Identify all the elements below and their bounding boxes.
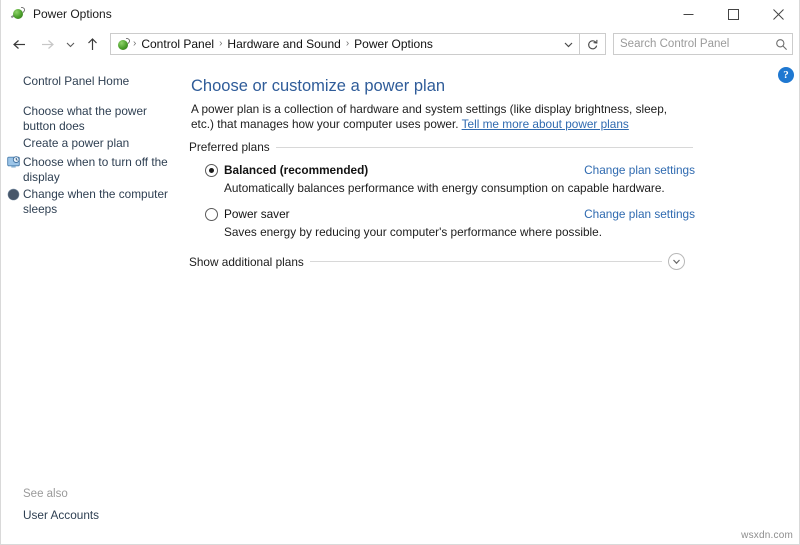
plan-name: Power saver bbox=[224, 207, 290, 221]
search-icon[interactable] bbox=[770, 34, 792, 54]
show-additional-plans-row[interactable]: Show additional plans bbox=[189, 253, 685, 270]
breadcrumb-item-hardware-and-sound[interactable]: Hardware and Sound bbox=[224, 34, 343, 54]
navigation-bar: › Control Panel › Hardware and Sound › P… bbox=[1, 28, 799, 60]
refresh-button[interactable] bbox=[580, 33, 606, 55]
content-area: Control Panel Home Choose what the power… bbox=[1, 60, 799, 544]
page-description: A power plan is a collection of hardware… bbox=[191, 102, 691, 132]
show-additional-plans-label: Show additional plans bbox=[189, 254, 304, 269]
back-button[interactable] bbox=[7, 32, 31, 56]
plan-description: Saves energy by reducing your computer's… bbox=[224, 225, 602, 239]
sidebar-item-label: Choose what the power button does bbox=[23, 104, 147, 133]
breadcrumb-item-control-panel[interactable]: Control Panel bbox=[138, 34, 217, 54]
recent-locations-chevron-icon bbox=[66, 42, 74, 47]
sidebar-item-computer-sleeps[interactable]: Change when the computer sleeps bbox=[7, 187, 171, 217]
minimize-button[interactable] bbox=[666, 0, 711, 28]
preferred-plans-label: Preferred plans bbox=[189, 140, 270, 154]
search-box[interactable] bbox=[613, 33, 793, 55]
refresh-icon bbox=[588, 39, 598, 49]
sidebar: Control Panel Home Choose what the power… bbox=[1, 60, 187, 544]
breadcrumb-separator: › bbox=[133, 38, 137, 49]
breadcrumb-separator: › bbox=[219, 38, 223, 49]
page-title: Choose or customize a power plan bbox=[191, 77, 446, 95]
address-dropdown-button[interactable] bbox=[557, 34, 579, 54]
up-arrow-icon bbox=[87, 37, 97, 50]
plan-description: Automatically balances performance with … bbox=[224, 181, 665, 195]
address-bar[interactable]: › Control Panel › Hardware and Sound › P… bbox=[110, 33, 580, 55]
title-bar-left: Power Options bbox=[1, 0, 666, 28]
plan-item-balanced[interactable]: Balanced (recommended) Change plan setti… bbox=[205, 163, 695, 196]
power-plug-icon bbox=[10, 6, 26, 22]
window-controls bbox=[666, 0, 799, 28]
group-divider bbox=[275, 146, 693, 148]
main-pane: Choose or customize a power plan A power… bbox=[187, 60, 799, 544]
up-button[interactable] bbox=[81, 32, 103, 56]
display-clock-icon bbox=[7, 156, 20, 169]
sidebar-item-control-panel-home[interactable]: Control Panel Home bbox=[23, 74, 173, 89]
sidebar-item-create-power-plan[interactable]: Create a power plan bbox=[23, 136, 173, 151]
plan-header-row: Power saver Change plan settings bbox=[205, 207, 695, 222]
sidebar-item-label: Control Panel Home bbox=[23, 74, 130, 88]
sleep-moon-icon bbox=[7, 188, 20, 201]
plan-header-row: Balanced (recommended) Change plan setti… bbox=[205, 163, 695, 178]
back-arrow-icon bbox=[12, 39, 25, 49]
change-plan-settings-link-power-saver[interactable]: Change plan settings bbox=[584, 207, 695, 221]
change-plan-settings-link-balanced[interactable]: Change plan settings bbox=[584, 163, 695, 177]
plan-name: Balanced (recommended) bbox=[224, 163, 369, 177]
close-icon bbox=[773, 8, 784, 20]
recent-locations-button[interactable] bbox=[61, 32, 79, 56]
plan-radio-power-saver[interactable] bbox=[205, 208, 218, 221]
sidebar-item-label: Change when the computer sleeps bbox=[23, 187, 168, 216]
search-input[interactable] bbox=[614, 37, 770, 51]
group-divider bbox=[309, 261, 662, 262]
plan-item-power-saver[interactable]: Power saver Change plan settings Saves e… bbox=[205, 207, 695, 240]
breadcrumb-item-power-options[interactable]: Power Options bbox=[351, 34, 436, 54]
watermark: wsxdn.com bbox=[741, 530, 793, 541]
chevron-down-circle-icon[interactable] bbox=[668, 253, 685, 270]
sidebar-item-user-accounts[interactable]: User Accounts bbox=[23, 508, 99, 522]
sidebar-item-turn-off-display[interactable]: Choose when to turn off the display bbox=[7, 155, 171, 185]
close-button[interactable] bbox=[756, 0, 799, 28]
minimize-icon bbox=[683, 13, 694, 15]
sidebar-item-label: Choose when to turn off the display bbox=[23, 155, 168, 184]
forward-arrow-icon bbox=[41, 39, 54, 49]
title-bar: Power Options bbox=[1, 0, 799, 28]
maximize-icon bbox=[728, 8, 739, 20]
power-plug-icon bbox=[115, 36, 131, 52]
plan-radio-balanced[interactable] bbox=[205, 164, 218, 177]
preferred-plans-group-header: Preferred plans bbox=[189, 140, 693, 154]
see-also-label: See also bbox=[23, 488, 68, 500]
window-title: Power Options bbox=[33, 7, 112, 21]
help-glyph: ? bbox=[783, 68, 789, 81]
tell-me-more-link[interactable]: Tell me more about power plans bbox=[462, 117, 629, 131]
sidebar-item-label: Create a power plan bbox=[23, 136, 130, 150]
help-question-icon[interactable]: ? bbox=[778, 67, 794, 83]
forward-button bbox=[35, 32, 59, 56]
maximize-button[interactable] bbox=[711, 0, 756, 28]
breadcrumb-separator: › bbox=[345, 38, 350, 49]
sidebar-item-power-button-does[interactable]: Choose what the power button does bbox=[23, 104, 171, 134]
chevron-down-icon bbox=[564, 42, 572, 47]
power-options-window: Power Options › Control Panel › Hardware… bbox=[0, 0, 800, 545]
